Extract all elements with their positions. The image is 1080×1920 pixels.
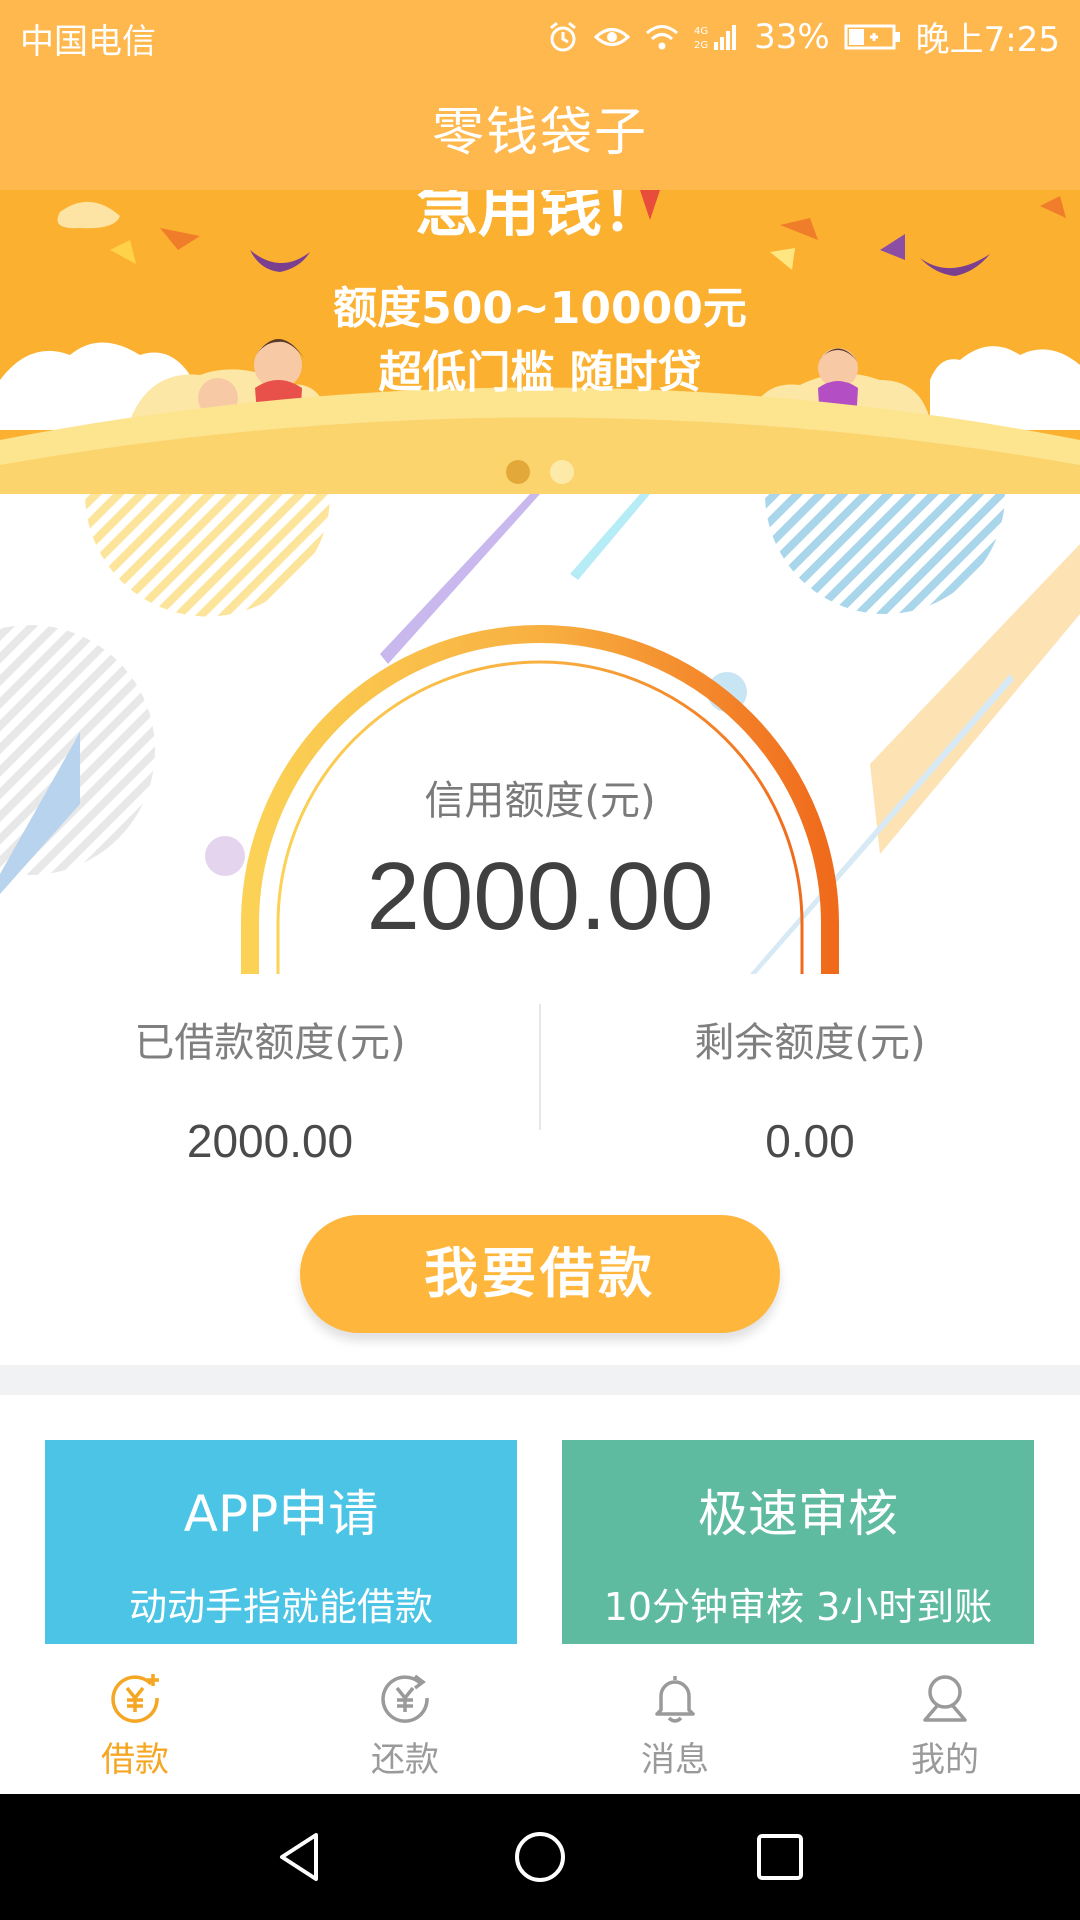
app-header: 零钱袋子 — [0, 76, 1080, 190]
tab-messages[interactable]: 消息 — [540, 1648, 810, 1794]
borrowed-stat: 已借款额度(元) 2000.00 — [0, 974, 540, 1168]
tab-profile[interactable]: 我的 — [810, 1648, 1080, 1794]
tab-repay-label: 还款 — [371, 1740, 439, 1780]
remaining-stat: 剩余额度(元) 0.00 — [540, 974, 1080, 1168]
yen-plus-icon — [0, 1670, 270, 1726]
bell-icon — [540, 1670, 810, 1726]
banner-slogan: 超低门槛 随时贷 — [378, 347, 702, 398]
carousel-dot-1[interactable] — [506, 460, 530, 484]
status-icons: 4G 2G 33% 晚上7:25 — [546, 12, 1060, 61]
credit-limit-value: 2000.00 — [366, 843, 714, 950]
signal-icon: 4G 2G — [694, 22, 740, 52]
svg-text:2G: 2G — [694, 40, 708, 51]
eye-icon — [594, 22, 631, 52]
carousel-dot-2[interactable] — [550, 460, 574, 484]
page-title: 零钱袋子 — [431, 103, 648, 163]
section-divider — [0, 1365, 1080, 1395]
app-apply-subtitle: 动动手指就能借款 — [128, 1585, 433, 1629]
tab-repay[interactable]: 还款 — [270, 1648, 540, 1794]
tab-messages-label: 消息 — [641, 1740, 709, 1780]
tab-borrow[interactable]: 借款 — [0, 1648, 270, 1794]
battery-percent: 33% — [754, 16, 830, 57]
remaining-label: 剩余额度(元) — [694, 1020, 926, 1066]
carousel-indicator — [0, 460, 1080, 484]
back-icon[interactable] — [270, 1827, 330, 1887]
fast-review-title: 极速审核 — [698, 1485, 898, 1543]
remaining-value: 0.00 — [765, 1115, 855, 1167]
tab-borrow-label: 借款 — [101, 1740, 169, 1780]
svg-text:4G: 4G — [694, 26, 708, 37]
borrow-button[interactable]: 我要借款 — [300, 1215, 780, 1333]
promo-banner[interactable]: 急用钱！ 额度500~10000元 超低门槛 随时贷 — [0, 190, 1080, 494]
borrowed-value: 2000.00 — [186, 1115, 354, 1167]
clock-time: 晚上7:25 — [915, 20, 1060, 60]
status-bar: 中国电信 4G 2G 33% 晚上7:25 — [0, 0, 1080, 76]
tab-profile-label: 我的 — [911, 1740, 979, 1780]
user-icon — [810, 1670, 1080, 1726]
app-apply-card[interactable]: APP申请 动动手指就能借款 — [45, 1440, 517, 1644]
fast-review-card[interactable]: 极速审核 10分钟审核 3小时到账 — [562, 1440, 1034, 1644]
carrier-name: 中国电信 — [20, 22, 156, 62]
home-icon[interactable] — [510, 1827, 570, 1887]
wifi-icon — [644, 22, 680, 52]
system-nav-bar — [0, 1794, 1080, 1920]
banner-headline: 急用钱！ — [415, 190, 664, 245]
bottom-tab-bar: 借款 还款 消息 我的 — [0, 1648, 1080, 1794]
yen-return-icon — [270, 1670, 540, 1726]
credit-panel: 信用额度(元) 2000.00 — [0, 494, 1080, 974]
quota-stats: 已借款额度(元) 2000.00 剩余额度(元) 0.00 — [0, 974, 1080, 1174]
borrowed-label: 已借款额度(元) — [134, 1020, 406, 1066]
credit-limit-label: 信用额度(元) — [424, 778, 656, 824]
recents-icon[interactable] — [750, 1827, 810, 1887]
banner-amount-range: 额度500~10000元 — [333, 283, 747, 334]
battery-icon — [844, 22, 902, 52]
alarm-icon — [546, 20, 580, 54]
app-apply-title: APP申请 — [183, 1485, 379, 1543]
fast-review-subtitle: 10分钟审核 3小时到账 — [603, 1585, 993, 1629]
